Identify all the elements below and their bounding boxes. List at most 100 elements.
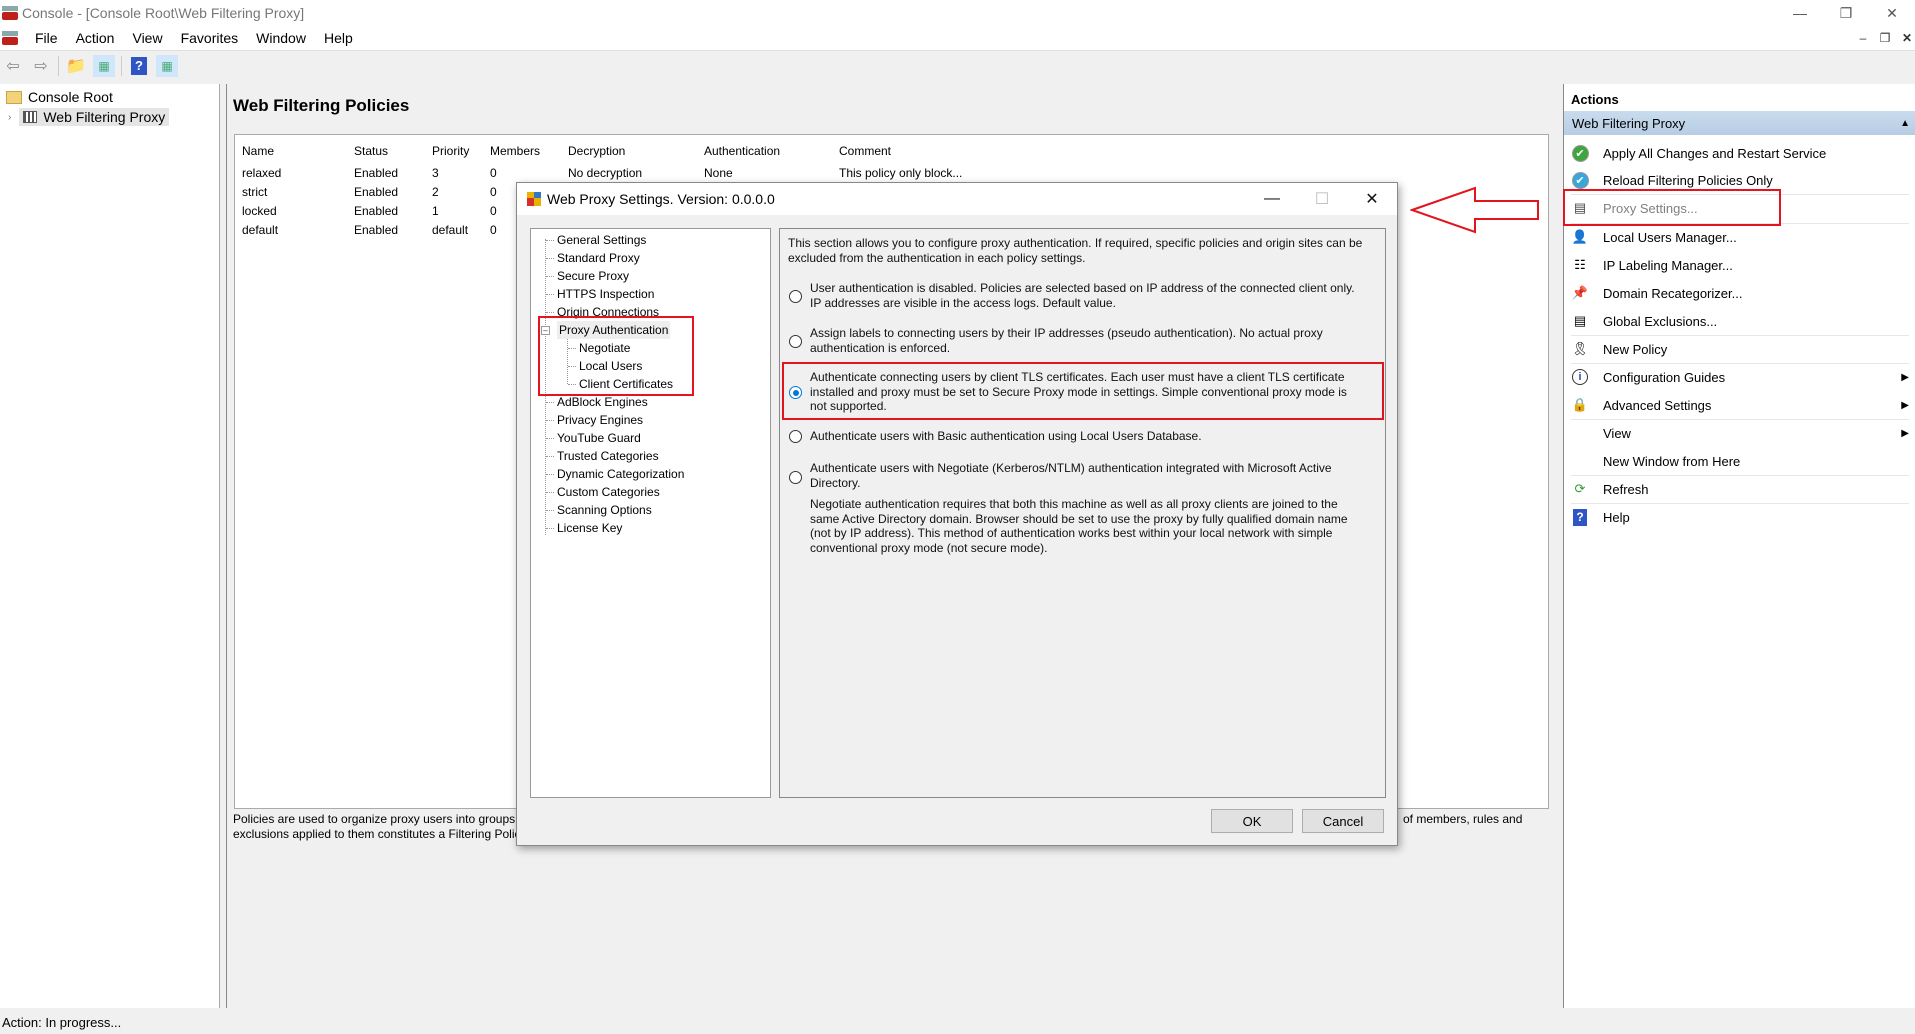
action-new-policy[interactable]: 🎗 New Policy [1564,335,1909,363]
window-title-bar: Console - [Console Root\Web Filtering Pr… [0,0,1915,26]
nav-privacy-engines[interactable]: Privacy Engines [557,411,643,429]
option-negotiate-label[interactable]: Authenticate users with Negotiate (Kerbe… [810,461,1365,490]
nav-standard-proxy[interactable]: Standard Proxy [557,249,640,267]
nav-general-settings[interactable]: General Settings [557,231,646,249]
radio-ip-labels[interactable] [789,335,802,348]
show-hide-action-pane-icon[interactable]: ▦ [156,55,178,77]
menu-favorites[interactable]: Favorites [172,30,248,46]
help-icon[interactable]: ? [128,55,150,77]
ok-button[interactable]: OK [1211,809,1293,833]
proxy-snapin-icon [23,111,38,123]
ribbon-icon: 🎗 [1571,341,1589,356]
action-label: New Policy [1603,341,1668,357]
action-advanced-settings[interactable]: 🔒 Advanced Settings ▶ [1564,391,1909,419]
cell-name: locked [242,203,277,218]
action-local-users-manager[interactable]: 👤 Local Users Manager... [1564,223,1909,251]
menu-file[interactable]: File [26,30,67,46]
menu-view[interactable]: View [123,30,171,46]
column-header-status[interactable]: Status [354,144,388,158]
column-header-name[interactable]: Name [242,144,274,158]
nav-dynamic-categorization[interactable]: Dynamic Categorization [557,465,684,483]
tree-connector [546,402,554,403]
cell-decryption: No decryption [568,165,643,180]
settings-nav-tree: General Settings Standard Proxy Secure P… [530,228,771,798]
table-row[interactable]: relaxed Enabled 3 0 No decryption None T… [235,163,1548,182]
cancel-button[interactable]: Cancel [1302,809,1384,833]
mdi-minimize-button[interactable]: – [1852,28,1874,48]
section-label: Web Filtering Proxy [1572,115,1686,131]
column-header-priority[interactable]: Priority [432,144,469,158]
highlight-box-proxy-settings [1563,189,1781,226]
action-refresh[interactable]: ⟳ Refresh [1564,475,1909,503]
radio-auth-disabled[interactable] [789,290,802,303]
close-button[interactable]: ✕ [1869,0,1915,26]
user-icon: 👤 [1571,229,1589,244]
mdi-restore-button[interactable]: ❐ [1874,28,1896,48]
action-domain-recategorizer[interactable]: 📌 Domain Recategorizer... [1564,279,1909,307]
chevron-right-icon[interactable]: › [8,112,11,123]
cell-priority: default [432,222,469,237]
cell-authentication: None [704,165,733,180]
action-global-exclusions[interactable]: ▤ Global Exclusions... [1564,307,1909,335]
column-header-comment[interactable]: Comment [839,144,891,158]
option-basic-auth-label[interactable]: Authenticate users with Basic authentica… [810,429,1365,444]
tree-item-web-filtering-proxy[interactable]: › Web Filtering Proxy [8,107,170,127]
menu-action[interactable]: Action [67,30,124,46]
dialog-maximize-button: ☐ [1314,191,1330,208]
menu-help[interactable]: Help [315,30,362,46]
folder-icon [6,90,22,104]
option-ip-labels-label[interactable]: Assign labels to connecting users by the… [810,326,1355,355]
back-arrow-icon[interactable]: ⇦ [2,55,24,77]
dialog-close-button[interactable]: ✕ [1347,183,1397,215]
cell-status: Enabled [354,203,399,218]
mdi-close-button[interactable]: ✕ [1896,28,1915,48]
blank-icon [1570,451,1590,471]
highlight-box-proxy-authentication [538,316,694,396]
action-help[interactable]: ? Help [1564,503,1909,531]
nav-https-inspection[interactable]: HTTPS Inspection [557,285,654,303]
tree-item-console-root[interactable]: Console Root [6,87,113,107]
minimize-button[interactable]: — [1777,0,1823,26]
exclusions-icon: ▤ [1573,313,1587,328]
tree-label: Web Filtering Proxy [43,109,166,125]
dialog-title-bar: Web Proxy Settings. Version: 0.0.0.0 — ☐… [517,183,1397,215]
console-tree: Console Root › Web Filtering Proxy [0,84,220,1008]
cell-members: 0 [490,203,497,218]
action-view[interactable]: View ▶ [1564,419,1909,447]
tree-connector [546,438,554,439]
nav-youtube-guard[interactable]: YouTube Guard [557,429,641,447]
radio-negotiate[interactable] [789,471,802,484]
action-new-window-from-here[interactable]: New Window from Here [1564,447,1909,475]
cell-name: strict [242,184,268,199]
nav-scanning-options[interactable]: Scanning Options [557,501,652,519]
radio-basic-auth[interactable] [789,430,802,443]
menu-window[interactable]: Window [247,30,315,46]
menu-app-icon[interactable] [2,31,18,45]
collapse-up-icon[interactable]: ▲ [1900,118,1910,129]
action-ip-labeling-manager[interactable]: ☷ IP Labeling Manager... [1564,251,1909,279]
cell-members: 0 [490,222,497,237]
tree-connector [546,240,554,241]
tree-connector [546,258,554,259]
action-label: View [1603,425,1631,441]
restore-button[interactable]: ❐ [1823,0,1869,26]
nav-custom-categories[interactable]: Custom Categories [557,483,660,501]
info-icon: i [1570,367,1590,387]
column-header-decryption[interactable]: Decryption [568,144,625,158]
cell-priority: 2 [432,184,439,199]
up-folder-icon[interactable]: 📁 [65,55,87,77]
tree-connector [546,492,554,493]
nav-trusted-categories[interactable]: Trusted Categories [557,447,659,465]
nav-secure-proxy[interactable]: Secure Proxy [557,267,629,285]
option-auth-disabled-label[interactable]: User authentication is disabled. Policie… [810,281,1355,310]
toolbar: ⇦ ⇨ 📁 ▦ ? ▦ [0,52,1915,80]
nav-license-key[interactable]: License Key [557,519,622,537]
forward-arrow-icon[interactable]: ⇨ [30,55,52,77]
show-hide-tree-icon[interactable]: ▦ [93,55,115,77]
dialog-minimize-button[interactable]: — [1247,183,1297,215]
column-header-authentication[interactable]: Authentication [704,144,780,158]
actions-section-web-filtering-proxy[interactable]: Web Filtering Proxy ▲ [1564,111,1915,135]
action-configuration-guides[interactable]: i Configuration Guides ▶ [1564,363,1909,391]
action-apply-all-changes[interactable]: ✔ Apply All Changes and Restart Service [1564,139,1909,167]
column-header-members[interactable]: Members [490,144,540,158]
